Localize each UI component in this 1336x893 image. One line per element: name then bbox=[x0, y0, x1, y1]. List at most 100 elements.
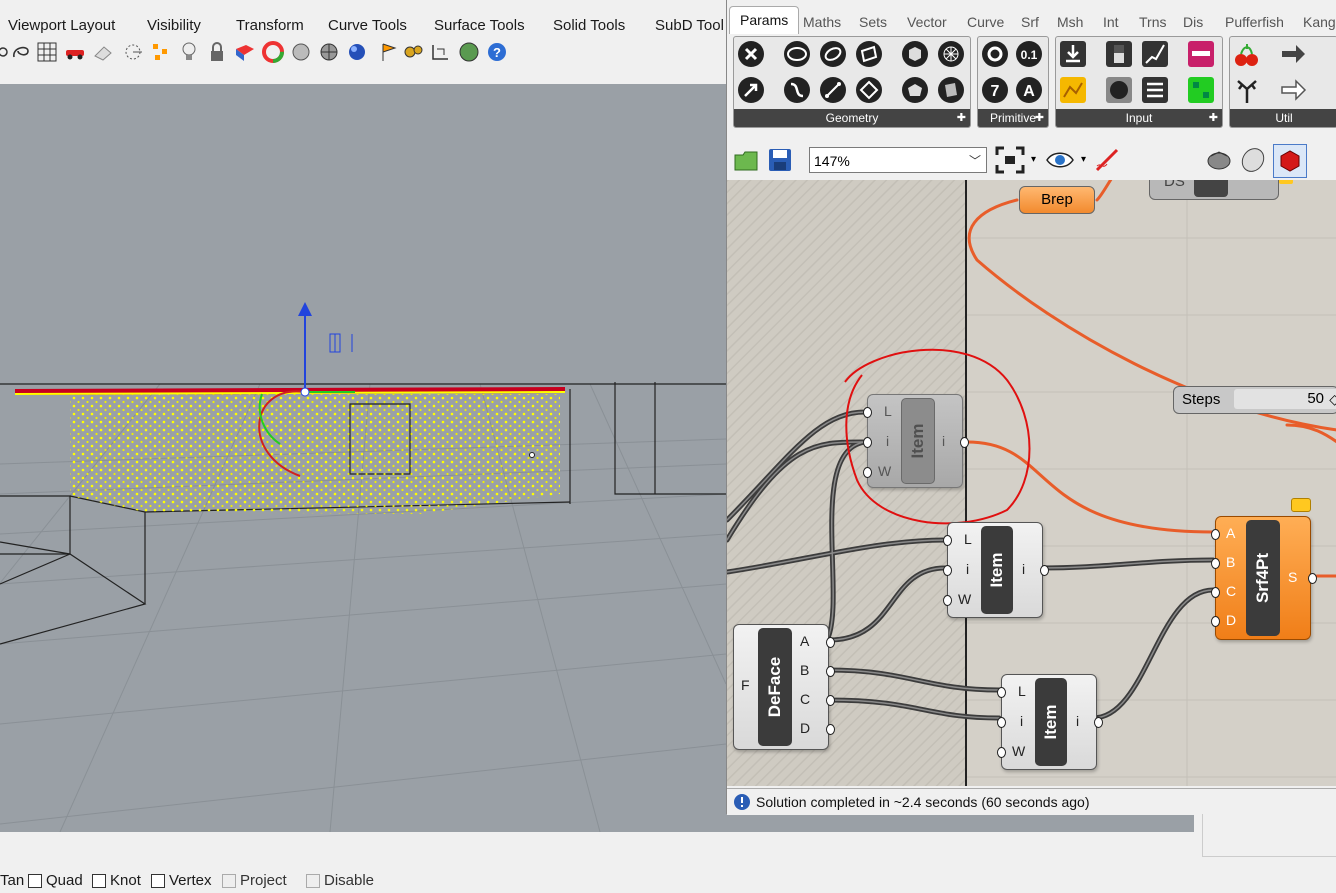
panel-input-label[interactable]: Input ✚ bbox=[1056, 109, 1222, 127]
tab-pufferfish[interactable]: Pufferfish bbox=[1225, 14, 1284, 30]
plane-param-icon[interactable] bbox=[854, 75, 884, 105]
osnap-disable-checkbox[interactable] bbox=[306, 873, 320, 888]
tab-kangaroo[interactable]: Kange bbox=[1303, 14, 1336, 30]
arrow-outline-icon[interactable] bbox=[1278, 75, 1308, 105]
preview-eye-icon[interactable] bbox=[1045, 149, 1075, 171]
geometry-icon[interactable] bbox=[736, 39, 766, 69]
gumball-scale-icon[interactable] bbox=[329, 333, 353, 353]
lock-icon[interactable] bbox=[206, 41, 228, 63]
menu-viewport-layout[interactable]: Viewport Layout bbox=[8, 17, 115, 34]
menu-solid-tools[interactable]: Solid Tools bbox=[553, 17, 625, 34]
input-grip[interactable] bbox=[997, 687, 1006, 698]
osnap-quad[interactable]: Quad bbox=[28, 872, 83, 889]
osnap-quad-checkbox[interactable] bbox=[28, 873, 42, 888]
input-grip[interactable] bbox=[1211, 616, 1220, 627]
input-grip[interactable] bbox=[863, 437, 872, 448]
input-grip[interactable] bbox=[1211, 558, 1220, 569]
snap-icon[interactable] bbox=[122, 41, 144, 63]
output-grip[interactable] bbox=[1094, 717, 1103, 728]
brep-param-icon[interactable] bbox=[900, 75, 930, 105]
sphere-shaded-icon[interactable] bbox=[318, 41, 340, 63]
graph-mapper-icon[interactable] bbox=[1140, 39, 1170, 69]
material-icon[interactable] bbox=[234, 41, 256, 63]
panel-expand-icon[interactable]: ✚ bbox=[1209, 109, 1218, 127]
box-param-icon[interactable] bbox=[900, 39, 930, 69]
osnap-vertex[interactable]: Vertex bbox=[151, 872, 212, 889]
input-grip[interactable] bbox=[997, 717, 1006, 728]
output-grip[interactable] bbox=[826, 666, 835, 677]
preview-wireframe-icon[interactable] bbox=[1205, 146, 1233, 174]
panel-primitive-label[interactable]: Primitive ✚ bbox=[978, 109, 1048, 127]
input-grip[interactable] bbox=[943, 535, 952, 546]
perspective-viewport[interactable] bbox=[0, 84, 726, 832]
input-grip[interactable] bbox=[997, 747, 1006, 758]
points-icon[interactable] bbox=[150, 41, 172, 63]
tab-sets[interactable]: Sets bbox=[859, 14, 887, 30]
panel-util-label[interactable]: Util bbox=[1230, 109, 1336, 127]
globe-icon[interactable] bbox=[458, 41, 480, 63]
slider-track[interactable]: 50 ◇ bbox=[1234, 389, 1336, 409]
group-param-icon[interactable] bbox=[936, 75, 966, 105]
input-grip[interactable] bbox=[943, 565, 952, 576]
menu-transform[interactable]: Transform bbox=[236, 17, 304, 34]
zoom-dropdown[interactable]: 147% ﹀ bbox=[809, 147, 987, 173]
number-param-icon[interactable]: 0.1 bbox=[1014, 39, 1044, 69]
zoom-extents-dropdown-icon[interactable]: ▾ bbox=[1031, 154, 1036, 165]
tab-int[interactable]: Int bbox=[1103, 14, 1119, 30]
car-icon[interactable] bbox=[64, 41, 86, 63]
osnap-disable[interactable]: Disable bbox=[306, 872, 374, 889]
boolean-param-icon[interactable] bbox=[980, 39, 1010, 69]
matrix-input-icon[interactable] bbox=[1186, 75, 1216, 105]
deface-component[interactable]: DeFace F A B C D bbox=[733, 624, 835, 750]
output-grip[interactable] bbox=[826, 695, 835, 706]
menu-surface-tools[interactable]: Surface Tools bbox=[434, 17, 525, 34]
output-grip[interactable] bbox=[826, 637, 835, 648]
osnap-project-checkbox[interactable] bbox=[222, 873, 236, 888]
sphere-icon[interactable] bbox=[290, 41, 312, 63]
input-grip[interactable] bbox=[943, 595, 952, 606]
toggle-icon[interactable] bbox=[1104, 39, 1134, 69]
circle-param-icon[interactable] bbox=[782, 39, 812, 69]
mesh-param-icon[interactable] bbox=[936, 39, 966, 69]
srf4pt-component[interactable]: Srf4Pt A B C D S bbox=[1211, 516, 1317, 640]
color-swatch-icon[interactable] bbox=[1058, 75, 1088, 105]
input-grip[interactable] bbox=[863, 407, 872, 418]
output-grip[interactable] bbox=[826, 724, 835, 735]
sketch-pen-icon[interactable] bbox=[1093, 146, 1123, 174]
ds-component[interactable]: DS bbox=[1149, 180, 1279, 200]
item-component[interactable]: Item L i W i bbox=[997, 674, 1103, 770]
data-input-icon[interactable] bbox=[1058, 39, 1088, 69]
osnap-tan[interactable]: Tan bbox=[0, 872, 24, 889]
tab-params[interactable]: Params bbox=[729, 6, 800, 34]
help-icon[interactable]: ? bbox=[486, 41, 508, 63]
gumball-z-arrow[interactable] bbox=[298, 302, 312, 316]
line-param-icon[interactable] bbox=[818, 75, 848, 105]
menu-visibility[interactable]: Visibility bbox=[147, 17, 201, 34]
preview-selected-only-button[interactable] bbox=[1273, 144, 1307, 178]
grid-icon[interactable] bbox=[36, 41, 58, 63]
tab-msh[interactable]: Msh bbox=[1057, 14, 1083, 30]
tab-curve[interactable]: Curve bbox=[967, 14, 1004, 30]
steps-slider[interactable]: Steps 50 ◇ bbox=[1173, 386, 1336, 414]
flag-icon[interactable] bbox=[378, 41, 400, 63]
tab-srf[interactable]: Srf bbox=[1021, 14, 1039, 30]
dimension-icon[interactable] bbox=[430, 41, 452, 63]
save-file-icon[interactable] bbox=[767, 147, 793, 173]
output-grip[interactable] bbox=[1308, 573, 1317, 584]
osnap-knot[interactable]: Knot bbox=[92, 872, 141, 889]
color-wheel-icon[interactable] bbox=[262, 41, 284, 63]
open-file-icon[interactable] bbox=[733, 147, 759, 173]
panel-expand-icon[interactable]: ✚ bbox=[1035, 109, 1044, 127]
menu-subd-tools[interactable]: SubD Tool bbox=[655, 17, 724, 34]
eraser-icon[interactable] bbox=[92, 41, 114, 63]
slider-grip-icon[interactable]: ◇ bbox=[1329, 386, 1336, 412]
tab-dis[interactable]: Dis bbox=[1183, 14, 1203, 30]
item-component-disabled[interactable]: Item L i W i bbox=[863, 394, 969, 488]
text-param-icon[interactable]: A bbox=[1014, 75, 1044, 105]
osnap-project[interactable]: Project bbox=[222, 872, 287, 889]
output-grip[interactable] bbox=[960, 437, 969, 448]
integer-param-icon[interactable]: 7 bbox=[980, 75, 1010, 105]
osnap-knot-checkbox[interactable] bbox=[92, 873, 106, 888]
input-grip[interactable] bbox=[863, 467, 872, 478]
light-bulb-icon[interactable] bbox=[178, 41, 200, 63]
